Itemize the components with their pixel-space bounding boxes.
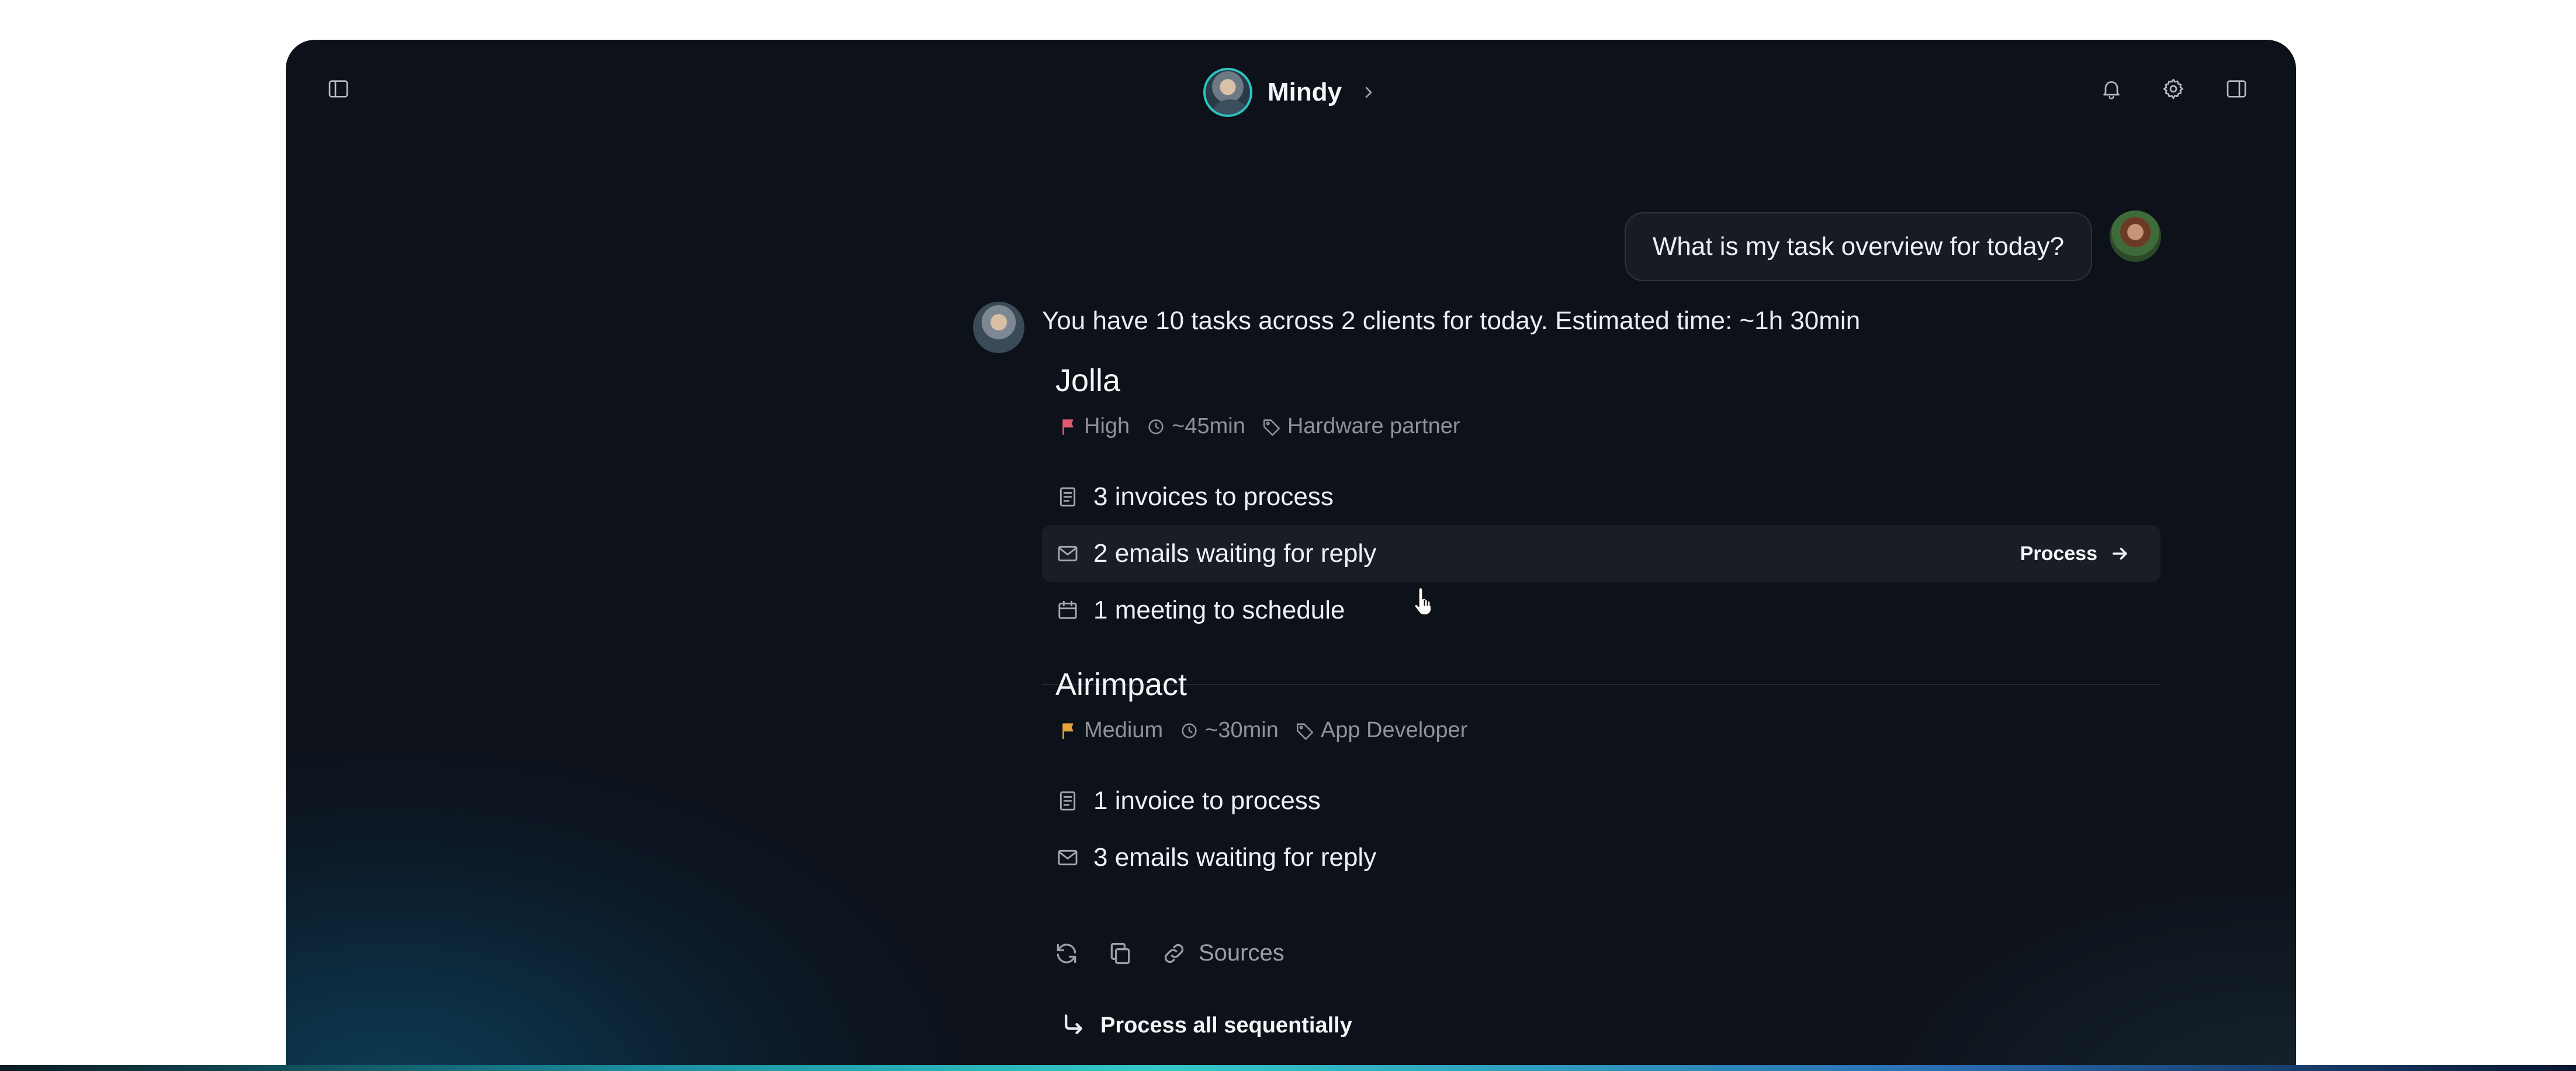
mail-icon bbox=[1056, 846, 1079, 869]
task-row[interactable]: 1 invoice to process bbox=[1042, 772, 2160, 830]
tag-icon bbox=[1263, 419, 1280, 436]
task-label: 1 invoice to process bbox=[1093, 786, 1321, 815]
assistant-summary-text: You have 10 tasks across 2 clients for t… bbox=[1042, 306, 1861, 335]
bell-icon bbox=[2103, 81, 2120, 99]
clock-icon bbox=[1148, 419, 1164, 434]
client-divider bbox=[1042, 684, 2160, 685]
flag-icon bbox=[1062, 723, 1074, 739]
client-name: Airimpact bbox=[1055, 667, 1187, 702]
client-tag: App Developer bbox=[1295, 718, 1467, 743]
arrow-right-icon bbox=[2112, 547, 2127, 560]
calendar-icon bbox=[1056, 599, 1079, 622]
right-panel-icon bbox=[2227, 80, 2246, 98]
task-row[interactable]: 3 emails waiting for reply bbox=[1042, 829, 2160, 886]
link-icon bbox=[1164, 944, 1184, 963]
priority-badge: High bbox=[1058, 414, 1130, 439]
task-row[interactable]: 1 meeting to schedule bbox=[1042, 582, 2160, 639]
mail-icon bbox=[1056, 542, 1079, 565]
task-label: 3 emails waiting for reply bbox=[1093, 843, 1377, 872]
task-row-highlighted[interactable]: 2 emails waiting for reply Process bbox=[1042, 525, 2160, 582]
priority-badge: Medium bbox=[1058, 718, 1163, 743]
user-avatar bbox=[2110, 210, 2161, 262]
time-estimate: ~45min bbox=[1146, 414, 1245, 439]
copy-icon bbox=[1110, 942, 1130, 964]
sidebar-toggle-icon bbox=[328, 80, 348, 98]
assistant-header[interactable]: Mindy bbox=[1203, 63, 1377, 122]
task-label: 2 emails waiting for reply bbox=[1093, 539, 1377, 568]
chevron-right-icon bbox=[1359, 84, 1377, 101]
client-meta: Medium ~30min App Developer bbox=[1058, 718, 1484, 743]
sidebar-toggle-button[interactable] bbox=[321, 71, 356, 106]
task-row[interactable]: 3 invoices to process bbox=[1042, 468, 2160, 526]
clock-icon bbox=[1182, 723, 1197, 738]
client-meta: High ~45min Hardware partner bbox=[1058, 414, 1477, 439]
right-panel-toggle-button[interactable] bbox=[2219, 71, 2254, 106]
regenerate-button[interactable] bbox=[1054, 941, 1079, 966]
user-message-bubble: What is my task overview for today? bbox=[1625, 212, 2092, 281]
process-all-button[interactable]: Process all sequentially bbox=[1061, 1013, 1352, 1038]
copy-button[interactable] bbox=[1107, 941, 1133, 966]
sources-button[interactable]: Sources bbox=[1161, 940, 1284, 966]
gear-icon bbox=[2163, 78, 2183, 99]
client-name: Jolla bbox=[1055, 363, 1121, 398]
assistant-avatar bbox=[1203, 68, 1252, 117]
settings-button[interactable] bbox=[2156, 71, 2191, 106]
message-actions: Sources bbox=[1054, 940, 1284, 966]
app-window: Mindy What is my task overview for today… bbox=[286, 40, 2296, 1071]
client-tag: Hardware partner bbox=[1262, 414, 1460, 439]
user-message-text: What is my task overview for today? bbox=[1652, 232, 2065, 261]
assistant-name: Mindy bbox=[1268, 78, 1342, 106]
tag-icon bbox=[1296, 723, 1313, 740]
time-estimate: ~30min bbox=[1179, 718, 1279, 743]
flag-icon bbox=[1062, 419, 1074, 435]
bottom-accent-strip bbox=[0, 1065, 2576, 1071]
assistant-message-avatar bbox=[973, 302, 1024, 353]
notifications-button[interactable] bbox=[2094, 71, 2129, 106]
task-label: 1 meeting to schedule bbox=[1093, 596, 1345, 624]
document-icon bbox=[1056, 789, 1079, 813]
hand-cursor-icon bbox=[1414, 586, 1432, 616]
process-button[interactable]: Process bbox=[2020, 543, 2130, 565]
arrow-turn-down-right-icon bbox=[1064, 1014, 1083, 1035]
task-label: 3 invoices to process bbox=[1093, 482, 1334, 511]
refresh-icon bbox=[1057, 943, 1076, 963]
document-icon bbox=[1056, 485, 1079, 509]
